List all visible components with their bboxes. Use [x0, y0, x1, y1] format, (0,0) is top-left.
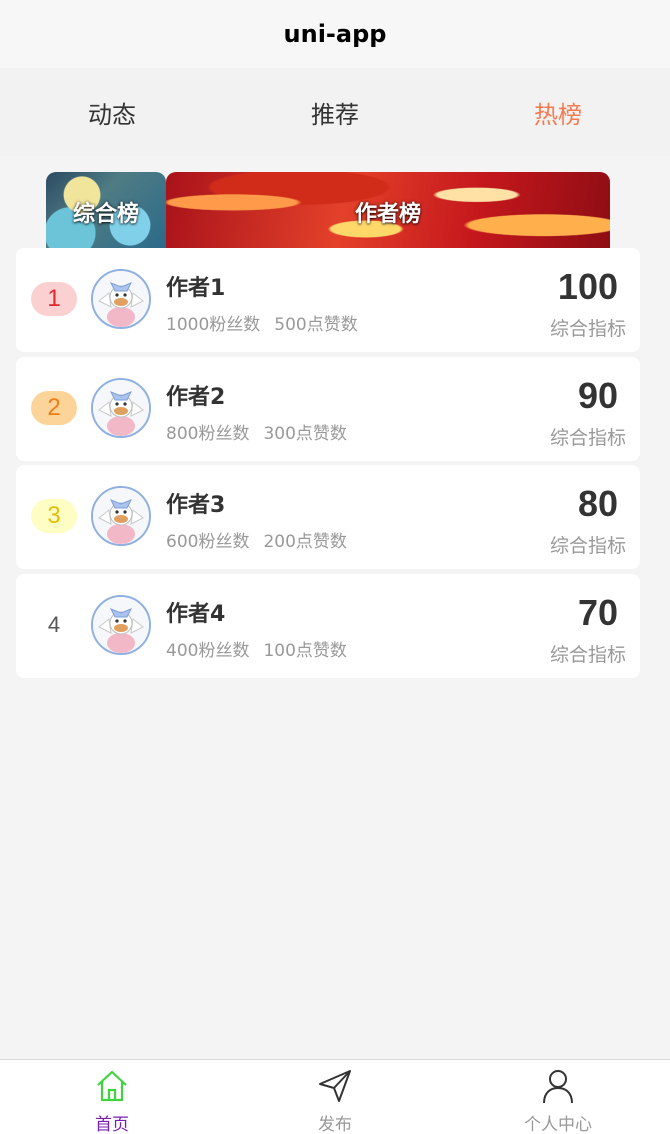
author-stats: 1000粉丝数 500点赞数	[166, 310, 358, 335]
rank-badge: 4	[47, 612, 61, 637]
avatar[interactable]	[91, 269, 151, 329]
user-icon	[543, 1070, 573, 1104]
send-icon	[319, 1070, 351, 1102]
duck-avatar-icon	[93, 271, 149, 327]
tab-tuijian[interactable]: 推荐	[275, 68, 395, 156]
score-value: 90	[577, 375, 618, 416]
bottom-tab-bar: 首页 发布 个人中心	[0, 1059, 670, 1134]
tabbar-label-profile: 个人中心	[524, 1115, 592, 1134]
tabbar-item-profile[interactable]: 个人中心	[498, 1060, 618, 1134]
tabbar-label-home: 首页	[95, 1115, 129, 1134]
tabbar-item-home[interactable]: 首页	[52, 1060, 172, 1134]
score-value: 80	[577, 483, 618, 524]
author-card[interactable]: 4 作者4 400粉丝数 100点赞数 70 综合指标	[16, 574, 640, 678]
top-tabs: 动态 推荐 热榜	[0, 68, 670, 156]
likes-count: 500点赞数	[274, 315, 358, 335]
tab-dongtai[interactable]: 动态	[52, 68, 172, 156]
rank-badge: 2	[31, 391, 77, 425]
likes-count: 100点赞数	[263, 641, 347, 661]
banner-overall-label: 综合榜	[72, 202, 139, 227]
author-name: 作者3	[166, 493, 226, 518]
score-label: 综合指标	[549, 535, 626, 557]
navigation-bar: uni-app	[0, 0, 670, 68]
author-card[interactable]: 3 作者3 600粉丝数 200点赞数 80 综合指标	[16, 465, 640, 569]
home-icon	[97, 1070, 127, 1102]
score-label: 综合指标	[549, 318, 626, 340]
author-name: 作者1	[166, 276, 226, 301]
likes-count: 200点赞数	[263, 532, 347, 552]
tabbar-label-publish: 发布	[318, 1115, 352, 1134]
avatar[interactable]	[91, 595, 151, 655]
fans-count: 800粉丝数	[166, 424, 250, 444]
author-card[interactable]: 1 作者1 1000粉丝数 500点赞数 100 综合指标	[16, 248, 640, 352]
author-stats: 800粉丝数 300点赞数	[166, 419, 347, 444]
duck-avatar-icon	[93, 380, 149, 436]
fans-count: 1000粉丝数	[166, 315, 261, 335]
tab-rebang[interactable]: 热榜	[498, 68, 618, 156]
score-value: 100	[557, 266, 618, 307]
banner-author-ranking[interactable]: 作者榜	[166, 172, 610, 248]
ranking-banners: 综合榜 作者榜	[0, 156, 670, 248]
author-name: 作者4	[166, 602, 226, 627]
rank-badge: 1	[31, 282, 77, 316]
author-card[interactable]: 2 作者2 800粉丝数 300点赞数 90 综合指标	[16, 357, 640, 461]
author-stats: 600粉丝数 200点赞数	[166, 527, 347, 552]
banner-author-label: 作者榜	[354, 202, 421, 227]
fans-count: 400粉丝数	[166, 641, 250, 661]
duck-avatar-icon	[93, 597, 149, 653]
avatar[interactable]	[91, 378, 151, 438]
score-label: 综合指标	[549, 427, 626, 449]
likes-count: 300点赞数	[263, 424, 347, 444]
author-stats: 400粉丝数 100点赞数	[166, 636, 347, 661]
tabbar-item-publish[interactable]: 发布	[275, 1060, 395, 1134]
banner-overall-ranking[interactable]: 综合榜	[46, 172, 166, 248]
page-title: uni-app	[283, 20, 387, 48]
score-label: 综合指标	[549, 644, 626, 666]
rank-badge: 3	[31, 499, 77, 533]
avatar[interactable]	[91, 486, 151, 546]
score-value: 70	[577, 592, 618, 633]
fans-count: 600粉丝数	[166, 532, 250, 552]
author-name: 作者2	[166, 385, 226, 410]
duck-avatar-icon	[93, 488, 149, 544]
